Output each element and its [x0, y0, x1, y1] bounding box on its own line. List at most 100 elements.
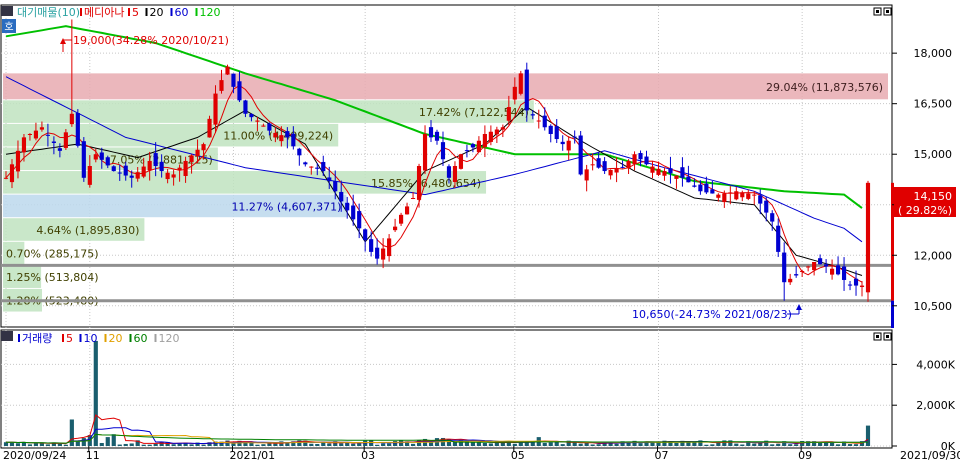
- date-tick-label: 05: [511, 449, 525, 462]
- candle-body: [794, 274, 799, 276]
- candle-body: [369, 239, 374, 252]
- volume-profile-bar: [3, 73, 888, 100]
- volume-panel-menu-icon[interactable]: [1, 331, 13, 341]
- volume-bar: [75, 441, 80, 446]
- current-change: ( 29.82%): [898, 204, 952, 217]
- candle-body: [51, 141, 56, 143]
- date-tick-label: 2021/09/30: [900, 449, 960, 462]
- candle-body: [9, 164, 15, 183]
- candle-body: [3, 177, 9, 179]
- volume-bar: [578, 443, 583, 446]
- candle-body: [63, 132, 68, 148]
- candle-body: [404, 206, 410, 215]
- volume-bar: [572, 442, 577, 446]
- candle-body: [458, 154, 464, 169]
- candle-body: [123, 165, 128, 176]
- candle-body: [243, 100, 248, 114]
- volume-bar: [399, 440, 404, 446]
- candle-body: [776, 225, 781, 252]
- volume-bar: [847, 444, 853, 446]
- volume-bar: [638, 443, 643, 446]
- candle-body: [859, 285, 865, 288]
- date-tick-label: 09: [798, 449, 812, 462]
- volume-ma-marker-icon: [62, 334, 64, 342]
- candle-body: [494, 129, 499, 135]
- panel-menu-icon[interactable]: [1, 6, 13, 16]
- candle-body: [267, 123, 272, 131]
- volume-bar: [500, 442, 505, 446]
- date-tick-label: 03: [361, 449, 375, 462]
- volume-tick-label: 4,000K: [916, 358, 955, 371]
- candle-body: [440, 142, 446, 160]
- candle-body: [716, 194, 721, 198]
- candle-body: [422, 134, 428, 171]
- volume-bar: [129, 443, 134, 446]
- volume-bar: [482, 443, 487, 446]
- candle-body: [165, 172, 170, 180]
- volume-bar: [267, 443, 272, 446]
- candle-body: [638, 153, 643, 160]
- candle-body: [488, 131, 493, 142]
- candle-body: [111, 166, 116, 172]
- candle-body: [75, 112, 80, 146]
- volume-ma-marker-icon: [129, 334, 132, 342]
- volume-bar: [590, 444, 595, 446]
- candle-body: [692, 185, 697, 187]
- volume-bar: [596, 444, 601, 446]
- volume-profile-label: 1.25% (513,804): [6, 271, 99, 284]
- volume-bar: [794, 444, 799, 446]
- ma-marker-icon: [195, 8, 198, 16]
- volume-bar: [369, 440, 374, 446]
- volume-bar: [393, 441, 398, 446]
- candle-body: [530, 114, 535, 116]
- candle-body: [554, 126, 559, 140]
- volume-bar: [189, 444, 194, 446]
- volume-profile-label: 29.04% (11,873,576): [766, 81, 883, 94]
- ma-legend-label: 5: [132, 6, 139, 19]
- volume-bar: [15, 443, 21, 446]
- candle-body: [99, 152, 104, 160]
- volume-bar: [339, 443, 344, 446]
- volume-bar: [123, 443, 128, 446]
- candle-body: [482, 134, 487, 148]
- candle-body: [183, 160, 188, 176]
- volume-ma-legend-label: 5: [66, 332, 73, 345]
- candle-body: [566, 140, 571, 151]
- candle-body: [303, 162, 308, 165]
- candle-body: [518, 73, 523, 94]
- volume-bar: [201, 444, 206, 446]
- candle-body: [800, 270, 805, 272]
- candle-body: [159, 161, 164, 172]
- volume-bar: [788, 444, 793, 446]
- candle-body: [728, 192, 733, 194]
- last-candle-edge: [891, 300, 894, 328]
- volume-bar: [57, 443, 62, 446]
- candle-body: [387, 238, 392, 257]
- candle-body: [830, 268, 835, 275]
- volume-bar: [117, 444, 122, 446]
- volume-ma-legend-label: 20: [109, 332, 123, 345]
- candle-body: [608, 169, 613, 176]
- candle-body: [345, 202, 350, 211]
- candle-body: [770, 213, 775, 222]
- volume-bar: [3, 442, 9, 446]
- candle-body: [650, 166, 655, 173]
- volume-bar: [554, 441, 559, 446]
- candle-body: [584, 169, 589, 181]
- volume-bar: [722, 440, 727, 446]
- low-annotation: 10,650(-24.73% 2021/08/23): [632, 308, 792, 321]
- candle-body: [381, 248, 386, 260]
- candle-body: [69, 113, 74, 125]
- candle-body: [602, 161, 607, 172]
- volume-bar: [27, 444, 33, 446]
- stock-chart: 29.04% (11,873,576) 17.42% (7,122,544) 11.…: [0, 0, 960, 463]
- candle-body: [746, 193, 751, 199]
- volume-bar: [153, 443, 158, 446]
- volume-bar: [470, 442, 475, 446]
- candle-body: [321, 161, 326, 172]
- volume-bar: [548, 442, 553, 446]
- candle-body: [291, 133, 296, 147]
- candle-body: [81, 141, 86, 178]
- candle-body: [865, 182, 871, 293]
- candle-body: [662, 171, 667, 176]
